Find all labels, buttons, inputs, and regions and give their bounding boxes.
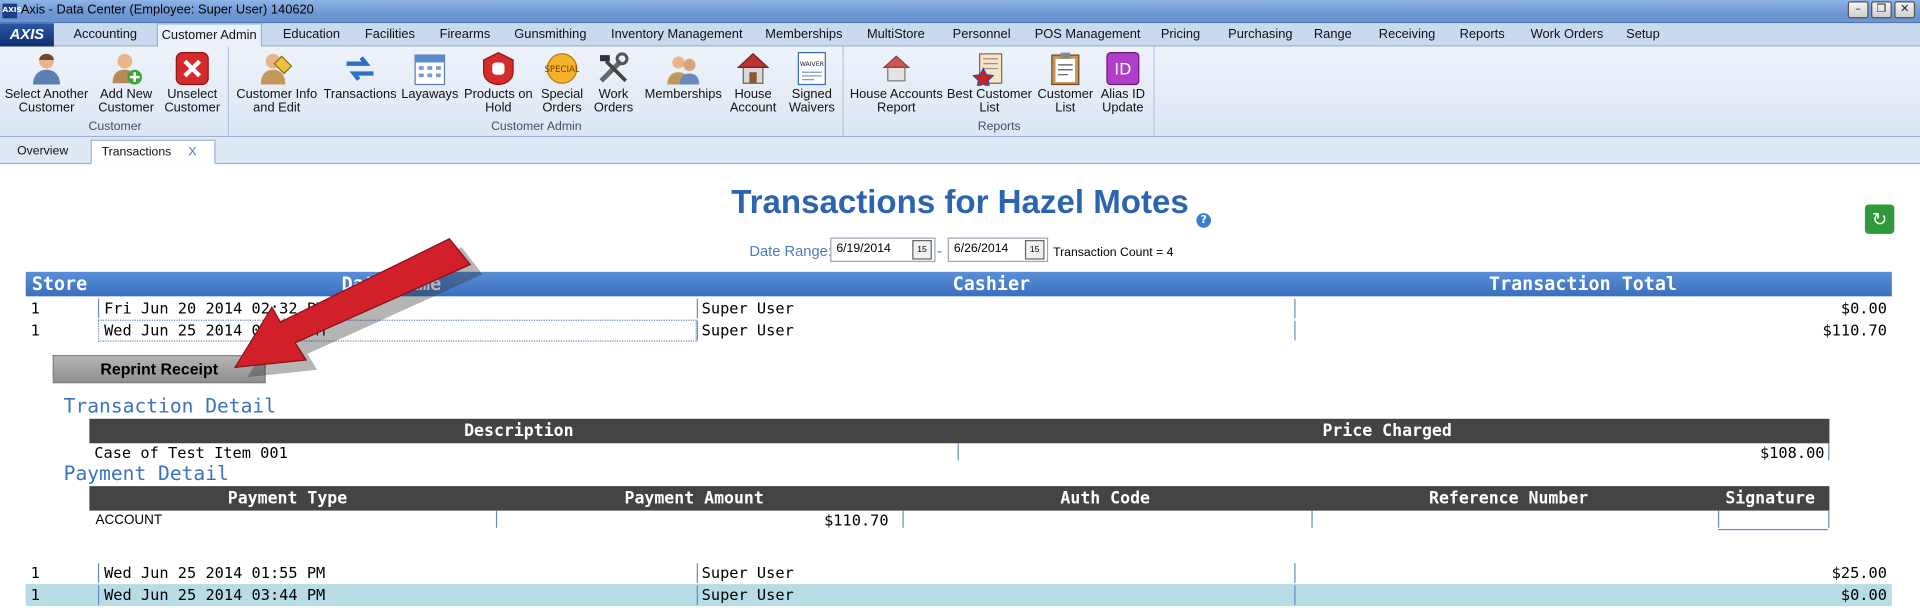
document-tab-strip	[0, 137, 1920, 165]
payment-detail-title: Payment Detail	[63, 461, 229, 485]
tab-pos-management[interactable]: POS Management	[1031, 23, 1144, 46]
group-label-reports: Reports	[977, 120, 1021, 134]
tab-inventory-management[interactable]: Inventory Management	[607, 23, 746, 46]
date-range-label: Date Range:	[749, 242, 832, 260]
clipboard-list-icon	[1047, 50, 1084, 87]
people-icon	[665, 50, 702, 87]
customer-info-and-edit-button[interactable]: Customer Info and Edit	[234, 49, 320, 115]
column-header-datetime[interactable]: Date/Time	[342, 272, 442, 296]
transactions-table-header: Store Date/Time Cashier Transaction Tota…	[25, 271, 1892, 297]
waiver-document-icon: WAIVER	[793, 50, 830, 87]
transaction-detail-row: Case of Test Item 001 $108.00	[89, 443, 1830, 463]
title-bar: AXIS Axis - Data Center (Employee: Super…	[0, 0, 1920, 24]
tools-icon	[595, 50, 632, 87]
column-header-total[interactable]: Transaction Total	[1489, 272, 1677, 296]
close-tab-icon[interactable]: X	[188, 146, 196, 159]
select-another-customer-button[interactable]: Select Another Customer	[4, 49, 90, 115]
house-report-icon	[878, 50, 915, 87]
unselect-customer-button[interactable]: Unselect Customer	[149, 49, 235, 115]
tab-personnel[interactable]: Personnel	[949, 23, 1014, 46]
tab-pricing[interactable]: Pricing	[1157, 23, 1204, 46]
date-separator: -	[936, 242, 943, 260]
transaction-detail-title: Transaction Detail	[63, 394, 276, 418]
transactions-arrows-icon	[342, 50, 379, 87]
signed-waivers-button[interactable]: WAIVER Signed Waivers	[769, 49, 855, 115]
transaction-count: Transaction Count = 4	[1053, 246, 1174, 260]
page-title: Transactions for Hazel Motes	[731, 183, 1189, 221]
date-to-field[interactable]: 6/26/2014 15	[947, 237, 1049, 263]
column-header-reference-number: Reference Number	[1428, 488, 1589, 509]
tab-education[interactable]: Education	[279, 23, 344, 46]
star-list-icon	[971, 50, 1008, 87]
table-row[interactable]: 1 Wed Jun 25 2014 01:55 PM Super User $2…	[26, 562, 1892, 584]
best-customer-list-button[interactable]: Best Customer List	[944, 49, 1035, 115]
minimize-icon[interactable]: –	[1847, 1, 1869, 19]
person-edit-icon	[258, 50, 295, 87]
tab-memberships[interactable]: Memberships	[762, 23, 847, 46]
person-icon	[28, 50, 65, 87]
house-accounts-report-button[interactable]: House Accounts Report	[849, 49, 945, 115]
calendar-picker-icon[interactable]: 15	[1024, 240, 1045, 260]
close-icon[interactable]: ✕	[1894, 1, 1916, 19]
tab-firearms[interactable]: Firearms	[436, 23, 494, 46]
column-header-price-charged: Price Charged	[1322, 421, 1452, 441]
tab-receiving[interactable]: Receiving	[1375, 23, 1439, 46]
svg-text:ID: ID	[1114, 60, 1131, 79]
column-header-payment-amount: Payment Amount	[624, 488, 764, 509]
tab-range[interactable]: Range	[1310, 23, 1355, 46]
tab-accounting[interactable]: Accounting	[70, 23, 141, 46]
tab-multistore[interactable]: MultiStore	[863, 23, 928, 46]
app-logo-icon: AXIS	[2, 3, 22, 19]
column-header-auth-code: Auth Code	[1060, 488, 1150, 509]
restore-icon[interactable]: ❐	[1871, 1, 1892, 19]
column-header-signature: Signature	[1725, 488, 1815, 509]
tab-transactions[interactable]: Transactions X	[90, 139, 216, 165]
alias-id-update-button[interactable]: ID Alias ID Update	[1080, 49, 1166, 115]
axis-logo[interactable]: AXIS	[0, 23, 54, 47]
tab-overview[interactable]: Overview	[7, 140, 78, 164]
column-header-payment-type: Payment Type	[227, 488, 348, 509]
window-title: Axis - Data Center (Employee: Super User…	[20, 2, 314, 18]
group-label-customer-admin: Customer Admin	[491, 120, 582, 134]
svg-text:WAIVER: WAIVER	[800, 61, 825, 68]
payment-detail-header: Payment Type Payment Amount Auth Code Re…	[89, 486, 1830, 511]
app-window: AXIS Axis - Data Center (Employee: Super…	[0, 0, 1920, 608]
column-header-description: Description	[464, 421, 574, 441]
house-icon	[735, 50, 772, 87]
calendar-icon	[411, 50, 448, 87]
tab-purchasing[interactable]: Purchasing	[1225, 23, 1297, 46]
column-header-cashier[interactable]: Cashier	[953, 272, 1030, 296]
id-badge-icon: ID	[1104, 50, 1141, 87]
date-from-field[interactable]: 6/19/2014 15	[830, 237, 936, 263]
reprint-receipt-button[interactable]: Reprint Receipt	[52, 355, 266, 384]
table-row[interactable]: 1 Fri Jun 20 2014 02:32 PM Super User $0…	[26, 298, 1892, 320]
group-label-customer: Customer	[88, 120, 142, 134]
tab-reports[interactable]: Reports	[1456, 23, 1508, 46]
signature-box	[1717, 528, 1829, 531]
tab-setup[interactable]: Setup	[1622, 23, 1663, 46]
table-row-selected[interactable]: 1 Wed Jun 25 2014 03:44 PM Super User $0…	[25, 584, 1892, 607]
tab-gunsmithing[interactable]: Gunsmithing	[511, 23, 591, 46]
hold-hand-icon	[480, 50, 517, 87]
payment-detail-row: ACCOUNT $110.70	[89, 510, 1830, 531]
help-icon[interactable]: ?	[1196, 213, 1212, 228]
tab-work-orders[interactable]: Work Orders	[1527, 23, 1607, 46]
column-header-store[interactable]: Store	[32, 272, 87, 296]
add-person-icon	[108, 50, 145, 87]
tab-customer-admin[interactable]: Customer Admin	[156, 23, 262, 48]
table-row-expanded[interactable]: 1 Wed Jun 25 2014 01:03 PM Super User $1…	[26, 319, 1892, 342]
transaction-detail-header: Description Price Charged	[89, 418, 1830, 444]
refresh-icon[interactable]: ↻	[1864, 204, 1895, 234]
calendar-picker-icon[interactable]: 15	[912, 240, 932, 260]
tab-facilities[interactable]: Facilities	[361, 23, 418, 46]
red-x-icon	[174, 50, 211, 87]
